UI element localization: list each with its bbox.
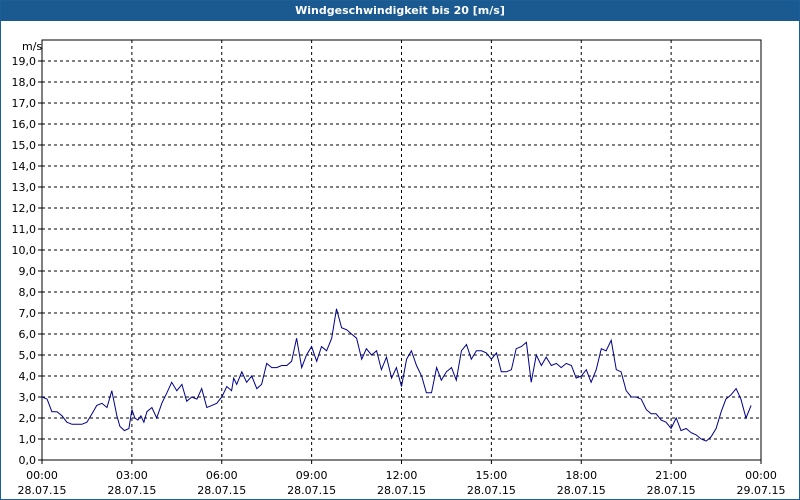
y-tick-label: 4,0 xyxy=(19,370,37,383)
x-tick-date-label: 28.07.15 xyxy=(377,484,426,497)
y-tick-label: 6,0 xyxy=(19,328,37,341)
x-tick-time-label: 00:00 xyxy=(745,469,777,482)
y-tick-label: 3,0 xyxy=(19,391,37,404)
x-tick-date-label: 28.07.15 xyxy=(197,484,246,497)
x-tick-time-label: 18:00 xyxy=(565,469,597,482)
x-tick-labels: 00:00 28.07.15 03:00 28.07.15 06:00 28.07.15 0… xyxy=(18,469,786,497)
y-tick-label: 9,0 xyxy=(19,265,37,278)
y-tick-label: 7,0 xyxy=(19,307,37,320)
axes xyxy=(38,39,762,464)
x-tick-time-label: 15:00 xyxy=(476,469,508,482)
series-group xyxy=(41,308,752,442)
x-tick-time-label: 00:00 xyxy=(26,469,58,482)
y-tick-label: 17,0 xyxy=(12,97,37,110)
y-tick-label: 15,0 xyxy=(12,139,37,152)
x-tick-date-label: 28.07.15 xyxy=(107,484,156,497)
y-tick-label: 12,0 xyxy=(12,202,37,215)
x-tick-date-label: 28.07.15 xyxy=(467,484,516,497)
y-tick-label: 10,0 xyxy=(12,244,37,257)
x-tick-time-label: 12:00 xyxy=(386,469,418,482)
y-tick-label: 0,0 xyxy=(19,454,37,467)
y-tick-label: 8,0 xyxy=(19,286,37,299)
x-tick-date-label: 28.07.15 xyxy=(18,484,67,497)
x-tick-time-label: 03:00 xyxy=(116,469,148,482)
x-tick-date-label: 29.07.15 xyxy=(737,484,786,497)
y-tick-label: 16,0 xyxy=(12,118,37,131)
y-tick-label: 19,0 xyxy=(12,55,37,68)
y-tick-label: 2,0 xyxy=(19,412,37,425)
y-tick-label: 11,0 xyxy=(12,223,37,236)
x-tick-time-label: 09:00 xyxy=(296,469,328,482)
y-tick-label: 13,0 xyxy=(12,181,37,194)
y-tick-labels: 0,0 1,0 2,0 3,0 4,0 5,0 6,0 7,0 8,0 9,0 10,0 11,0 12… xyxy=(12,55,37,467)
y-axis-label: m/s xyxy=(22,40,42,53)
y-tick-label: 18,0 xyxy=(12,76,37,89)
x-tick-time-label: 21:00 xyxy=(655,469,687,482)
y-tick-label: 1,0 xyxy=(19,433,37,446)
series-line-wind-speed xyxy=(41,308,752,442)
x-tick-date-label: 28.07.15 xyxy=(557,484,606,497)
y-tick-label: 14,0 xyxy=(12,160,37,173)
grid xyxy=(42,40,761,460)
x-tick-date-label: 28.07.15 xyxy=(287,484,336,497)
x-tick-date-label: 28.07.15 xyxy=(647,484,696,497)
y-tick-label: 5,0 xyxy=(19,349,37,362)
chart-canvas: 0,0 1,0 2,0 3,0 4,0 5,0 6,0 7,0 8,0 9,0 10,0 11,0 12… xyxy=(12,39,786,497)
x-tick-time-label: 06:00 xyxy=(206,469,238,482)
